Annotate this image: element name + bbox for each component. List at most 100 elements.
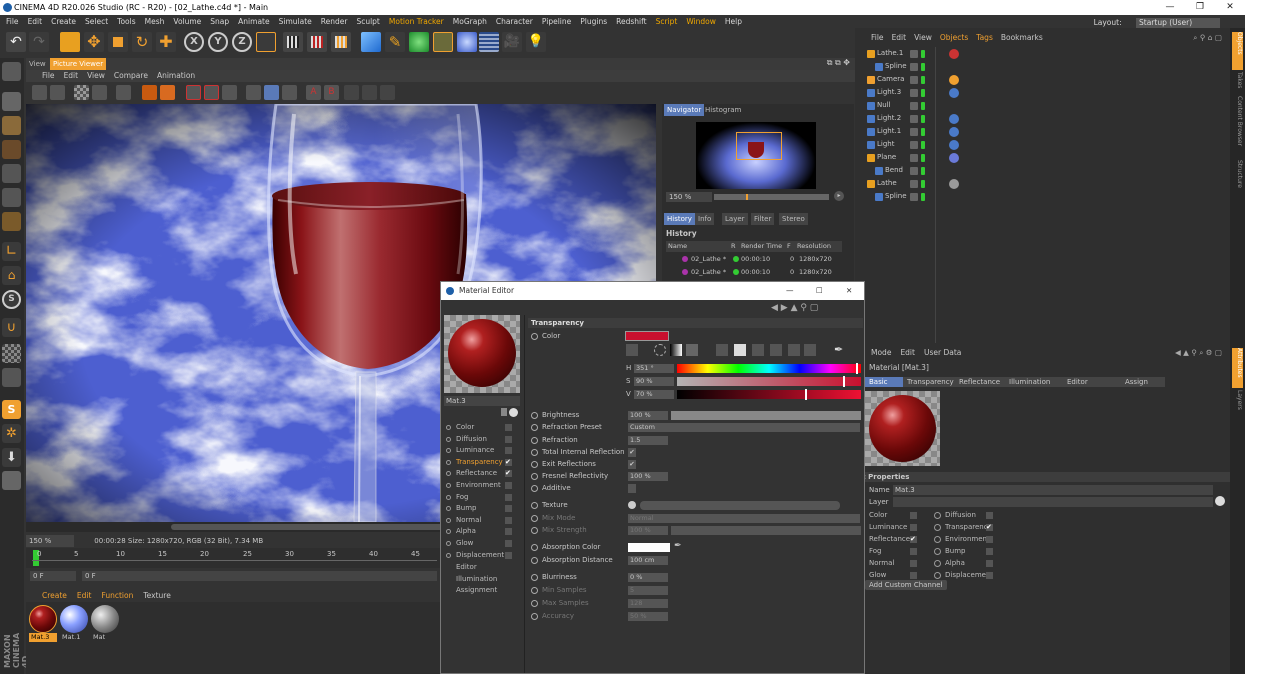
strip-tab-content-browser[interactable]: Content Browser [1232, 96, 1243, 156]
me-channel-luminance[interactable]: Luminance [443, 445, 523, 456]
me-close-button[interactable]: ✕ [846, 282, 852, 300]
hsv-mode-icon[interactable] [734, 344, 746, 356]
x-axis-lock-icon[interactable]: X [184, 32, 204, 52]
am-tab-illumination[interactable]: Illumination [1007, 377, 1050, 387]
alpha-icon[interactable] [74, 85, 89, 100]
attr-channel-row[interactable]: Alpha [931, 558, 1001, 569]
pv-menu-view[interactable]: View [87, 71, 105, 80]
max-samples-field[interactable]: 128 [628, 599, 668, 608]
enabled-check-icon[interactable] [921, 180, 925, 188]
channel-checkbox[interactable] [505, 447, 512, 455]
channel-checkbox[interactable] [505, 516, 512, 524]
animation-radio-icon[interactable] [531, 424, 538, 431]
menu-snap[interactable]: Snap [210, 17, 229, 26]
make-editable-icon[interactable] [2, 62, 21, 81]
attr-channel-checkbox[interactable]: ✔ [986, 524, 993, 531]
swatches-2-icon[interactable] [804, 344, 816, 356]
model-mode-icon[interactable] [2, 92, 21, 111]
layer-input[interactable] [893, 497, 1213, 507]
layer-visibility-icon[interactable] [910, 154, 918, 162]
me-picker-icon[interactable] [509, 408, 518, 417]
layer-visibility-icon[interactable] [910, 76, 918, 84]
ab-compare-icon[interactable] [246, 85, 261, 100]
channel-checkbox[interactable]: ✔ [505, 470, 512, 478]
download-icon[interactable]: ⬇ [2, 448, 21, 467]
om-menu-edit[interactable]: Edit [892, 33, 907, 42]
attr-channel-row[interactable]: Reflectance ✔ [855, 534, 925, 545]
material-editor-titlebar[interactable]: Material Editor — ☐ ✕ [441, 282, 864, 300]
open-icon[interactable] [32, 85, 47, 100]
enabled-check-icon[interactable] [921, 167, 925, 175]
fresnel-field[interactable]: 100 % [628, 472, 668, 481]
tab-view[interactable]: View [26, 58, 49, 70]
enabled-check-icon[interactable] [921, 50, 925, 58]
menu-script[interactable]: Script [656, 17, 678, 26]
menu-redshift[interactable]: Redshift [616, 17, 646, 26]
attr-channel-checkbox[interactable] [986, 548, 993, 555]
me-channel-glow[interactable]: Glow [443, 538, 523, 549]
layer-visibility-icon[interactable] [910, 115, 918, 123]
sculpt-s-icon[interactable]: S [2, 400, 21, 419]
menu-window[interactable]: Window [686, 17, 716, 26]
absorption-distance-field[interactable]: 100 cm [628, 556, 668, 565]
saturation-slider[interactable] [677, 376, 861, 387]
hue-slider[interactable] [677, 363, 861, 374]
attr-channel-row[interactable]: Diffusion [931, 510, 1001, 521]
menu-select[interactable]: Select [85, 17, 108, 26]
points-mode-icon[interactable] [2, 164, 21, 183]
channel-checkbox[interactable] [505, 540, 512, 547]
close-button[interactable]: ✕ [1215, 0, 1245, 15]
select-tool-icon[interactable] [60, 32, 80, 52]
redo-icon[interactable]: ↷ [29, 32, 49, 52]
me-channel-color[interactable]: Color [443, 422, 523, 433]
am-tab-reflectance[interactable]: Reflectance [957, 377, 1000, 387]
layer-visibility-icon[interactable] [910, 63, 918, 71]
menu-mesh[interactable]: Mesh [145, 17, 165, 26]
ab-swap-icon[interactable] [282, 85, 297, 100]
region-icon[interactable] [92, 85, 107, 100]
menu-simulate[interactable]: Simulate [279, 17, 312, 26]
tab-picture-viewer[interactable]: Picture Viewer [50, 58, 107, 70]
grid-icon[interactable] [380, 85, 395, 100]
render-settings-icon[interactable] [331, 32, 351, 52]
record-icon[interactable] [142, 85, 157, 100]
move-tool-icon[interactable]: ✥ [84, 32, 104, 52]
layer-visibility-icon[interactable] [910, 89, 918, 97]
enabled-check-icon[interactable] [921, 154, 925, 162]
me-nav-arrows[interactable]: ◀ ▶ ▲ ⚲ ▢ [771, 303, 818, 313]
object-tag-icon[interactable] [949, 49, 959, 59]
accuracy-field[interactable]: 50 % [628, 612, 668, 621]
channel-checkbox[interactable]: ✔ [505, 458, 512, 466]
absorption-eyedropper-icon[interactable]: ✒ [674, 541, 682, 552]
attr-channel-row[interactable]: Luminance [855, 522, 925, 533]
symmetry-icon[interactable]: ✲ [2, 424, 21, 443]
am-tab-transparency[interactable]: Transparency [905, 377, 954, 387]
tab-layer[interactable]: Layer [722, 213, 748, 225]
difference-icon[interactable] [344, 85, 359, 100]
object-tag-icon[interactable] [949, 140, 959, 150]
layer-picker-icon[interactable] [1215, 496, 1225, 506]
object-tag-icon[interactable] [949, 179, 959, 189]
pv-menu-compare[interactable]: Compare [114, 71, 148, 80]
animation-radio-icon[interactable] [531, 473, 538, 480]
a-marker-icon[interactable]: A [306, 85, 321, 100]
navigator-frame[interactable] [736, 132, 782, 160]
recent-tool-icon[interactable]: ✚ [156, 32, 176, 52]
navigator-preview[interactable] [696, 122, 816, 189]
edges-mode-icon[interactable] [2, 188, 21, 207]
object-row[interactable]: Spline [855, 190, 935, 203]
texture-slot[interactable] [640, 501, 840, 510]
render-settings-pv-icon[interactable] [222, 85, 237, 100]
menu-mograph[interactable]: MoGraph [453, 17, 487, 26]
mm-menu-function[interactable]: Function [101, 591, 133, 600]
record-2-icon[interactable] [160, 85, 175, 100]
menu-help[interactable]: Help [725, 17, 742, 26]
strip-tab-layers[interactable]: Layers [1232, 390, 1243, 414]
history-row[interactable]: 02_Lathe * 00:00:10 0 1280x720 [666, 266, 842, 278]
menu-create[interactable]: Create [51, 17, 76, 26]
strip-tab-attributes[interactable]: Attributes [1232, 348, 1243, 388]
strip-tab-objects[interactable]: Objects [1232, 32, 1243, 70]
me-channel-transparency[interactable]: Transparency ✔ [443, 457, 523, 468]
layout-icon[interactable] [362, 85, 377, 100]
value-slider[interactable] [677, 389, 861, 400]
